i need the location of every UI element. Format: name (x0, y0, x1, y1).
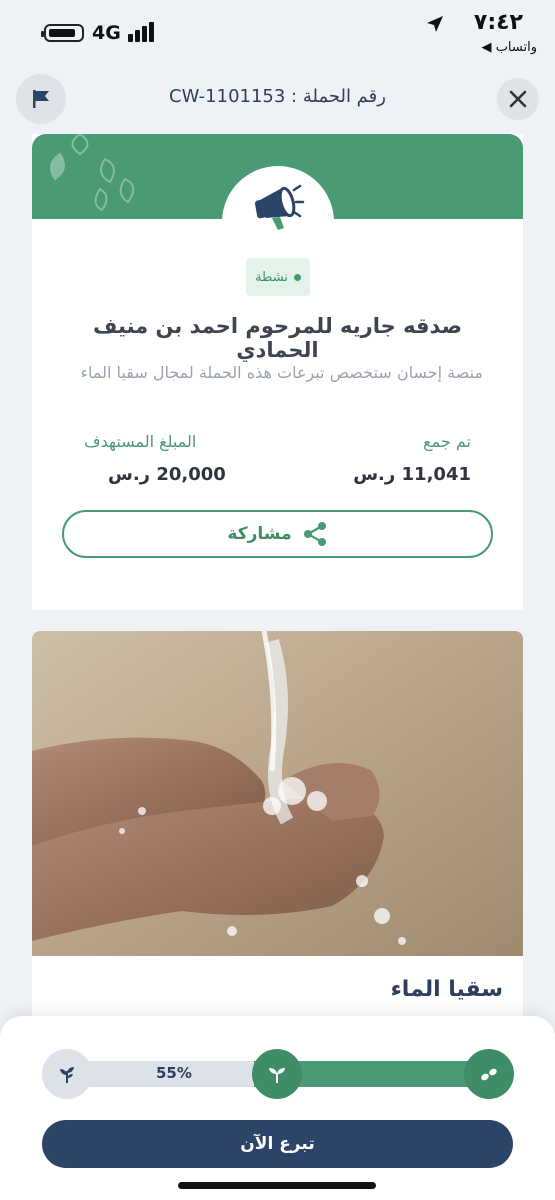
clock: ٧:٤٢ (473, 10, 523, 35)
donate-now-button[interactable]: تبرع الآن (42, 1120, 513, 1168)
megaphone-icon (254, 184, 305, 230)
close-button[interactable] (497, 78, 539, 120)
campaign-card: نشطة صدقه جاريه للمرحوم احمد بن منيف الح… (32, 134, 523, 610)
progress-step-middle (252, 1049, 302, 1099)
home-indicator (178, 1182, 376, 1189)
close-icon (509, 90, 527, 108)
share-button[interactable]: مشاركة (62, 510, 493, 558)
campaign-description: منصة إحسان ستخصص تبرعات هذه الحملة لمجال… (80, 363, 483, 382)
campaign-number: رقم الحملة : CW-1101153 (169, 86, 386, 107)
share-icon (303, 522, 326, 546)
campaign-title: صدقه جاريه للمرحوم احمد بن منيف الحمادي (93, 314, 462, 362)
status-badge: نشطة (246, 258, 310, 296)
water-hands-photo (32, 631, 523, 956)
category-title: سقيا الماء (390, 977, 503, 1002)
collected-label: تم جمع (423, 432, 471, 451)
target-value: 20,000 ر.س (108, 464, 226, 485)
progress-step-start (42, 1049, 92, 1099)
report-button[interactable] (16, 74, 66, 124)
battery-icon (41, 24, 84, 42)
target-label: المبلغ المستهدف (84, 432, 197, 451)
sprout-icon (269, 1068, 285, 1083)
seedling-icon (481, 1068, 497, 1081)
status-dot-icon (293, 273, 301, 281)
location-arrow-icon (427, 16, 443, 32)
back-to-app-link[interactable]: ◀ واتساب (482, 40, 537, 55)
flag-icon (33, 90, 49, 108)
decorative-leaves-icon (50, 134, 135, 212)
bottom-sheet: 55% تبرع الآن (0, 1016, 555, 1200)
header: رقم الحملة : CW-1101153 (0, 72, 555, 126)
category-card: سقيا الماء (32, 631, 523, 1031)
collected-value: 11,041 ر.س (353, 464, 471, 485)
status-bar: 4G ٧:٤٢ ◀ واتساب (0, 0, 555, 64)
share-button-label: مشاركة (227, 524, 292, 544)
progress-percent: 55% (156, 1064, 192, 1082)
progress-step-end (464, 1049, 514, 1099)
network-type: 4G (92, 22, 121, 44)
tree-icon (60, 1067, 74, 1083)
status-badge-label: نشطة (255, 269, 288, 285)
signal-icon (128, 22, 158, 42)
